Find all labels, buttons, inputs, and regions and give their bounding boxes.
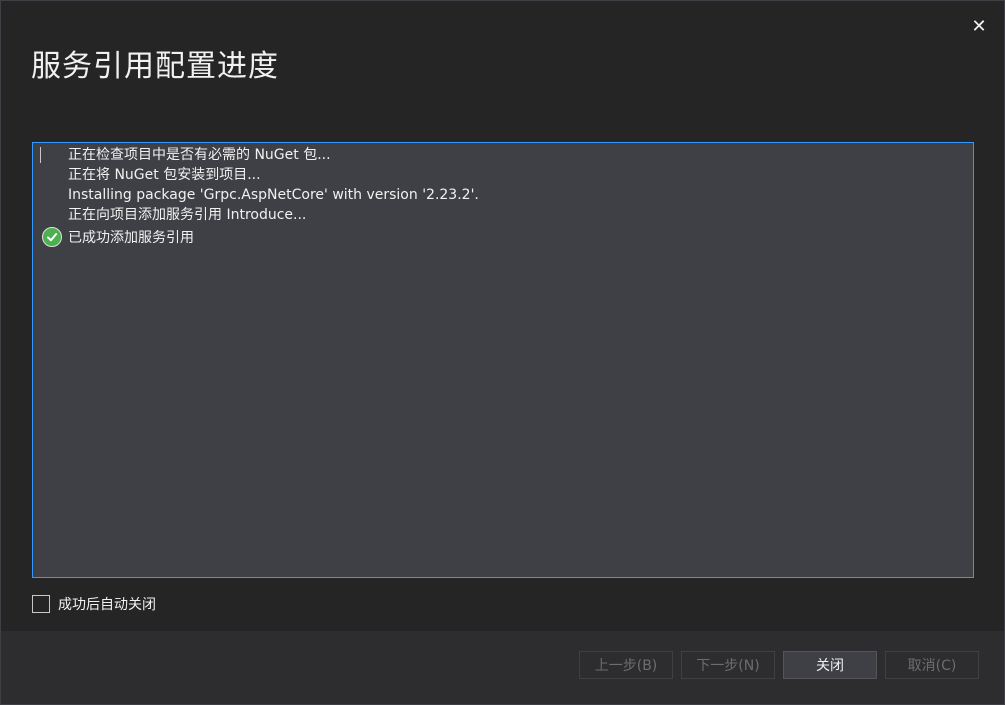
log-line: Installing package 'Grpc.AspNetCore' wit…: [68, 187, 479, 203]
log-line: 正在向项目添加服务引用 Introduce...: [68, 207, 307, 223]
check-circle-icon: [42, 227, 62, 247]
auto-close-label: 成功后自动关闭: [58, 597, 156, 613]
close-button[interactable]: 关闭: [783, 651, 877, 679]
auto-close-checkbox[interactable]: [32, 595, 50, 613]
close-icon[interactable]: ✕: [968, 15, 990, 37]
prev-button[interactable]: 上一步(B): [579, 651, 673, 679]
dialog-footer: 上一步(B) 下一步(N) 关闭 取消(C): [1, 631, 1004, 704]
text-caret: [40, 147, 41, 163]
log-line: 正在检查项目中是否有必需的 NuGet 包...: [68, 147, 331, 163]
log-success-line: 已成功添加服务引用: [42, 227, 194, 247]
service-reference-progress-dialog: ✕ 服务引用配置进度 正在检查项目中是否有必需的 NuGet 包... 正在将 …: [0, 0, 1005, 705]
log-line: 正在将 NuGet 包安装到项目...: [68, 167, 261, 183]
progress-log[interactable]: 正在检查项目中是否有必需的 NuGet 包... 正在将 NuGet 包安装到项…: [32, 142, 974, 578]
success-text: 已成功添加服务引用: [68, 230, 194, 246]
dialog-title: 服务引用配置进度: [31, 49, 279, 84]
next-button[interactable]: 下一步(N): [681, 651, 775, 679]
cancel-button[interactable]: 取消(C): [885, 651, 979, 679]
auto-close-option[interactable]: 成功后自动关闭: [32, 594, 156, 614]
